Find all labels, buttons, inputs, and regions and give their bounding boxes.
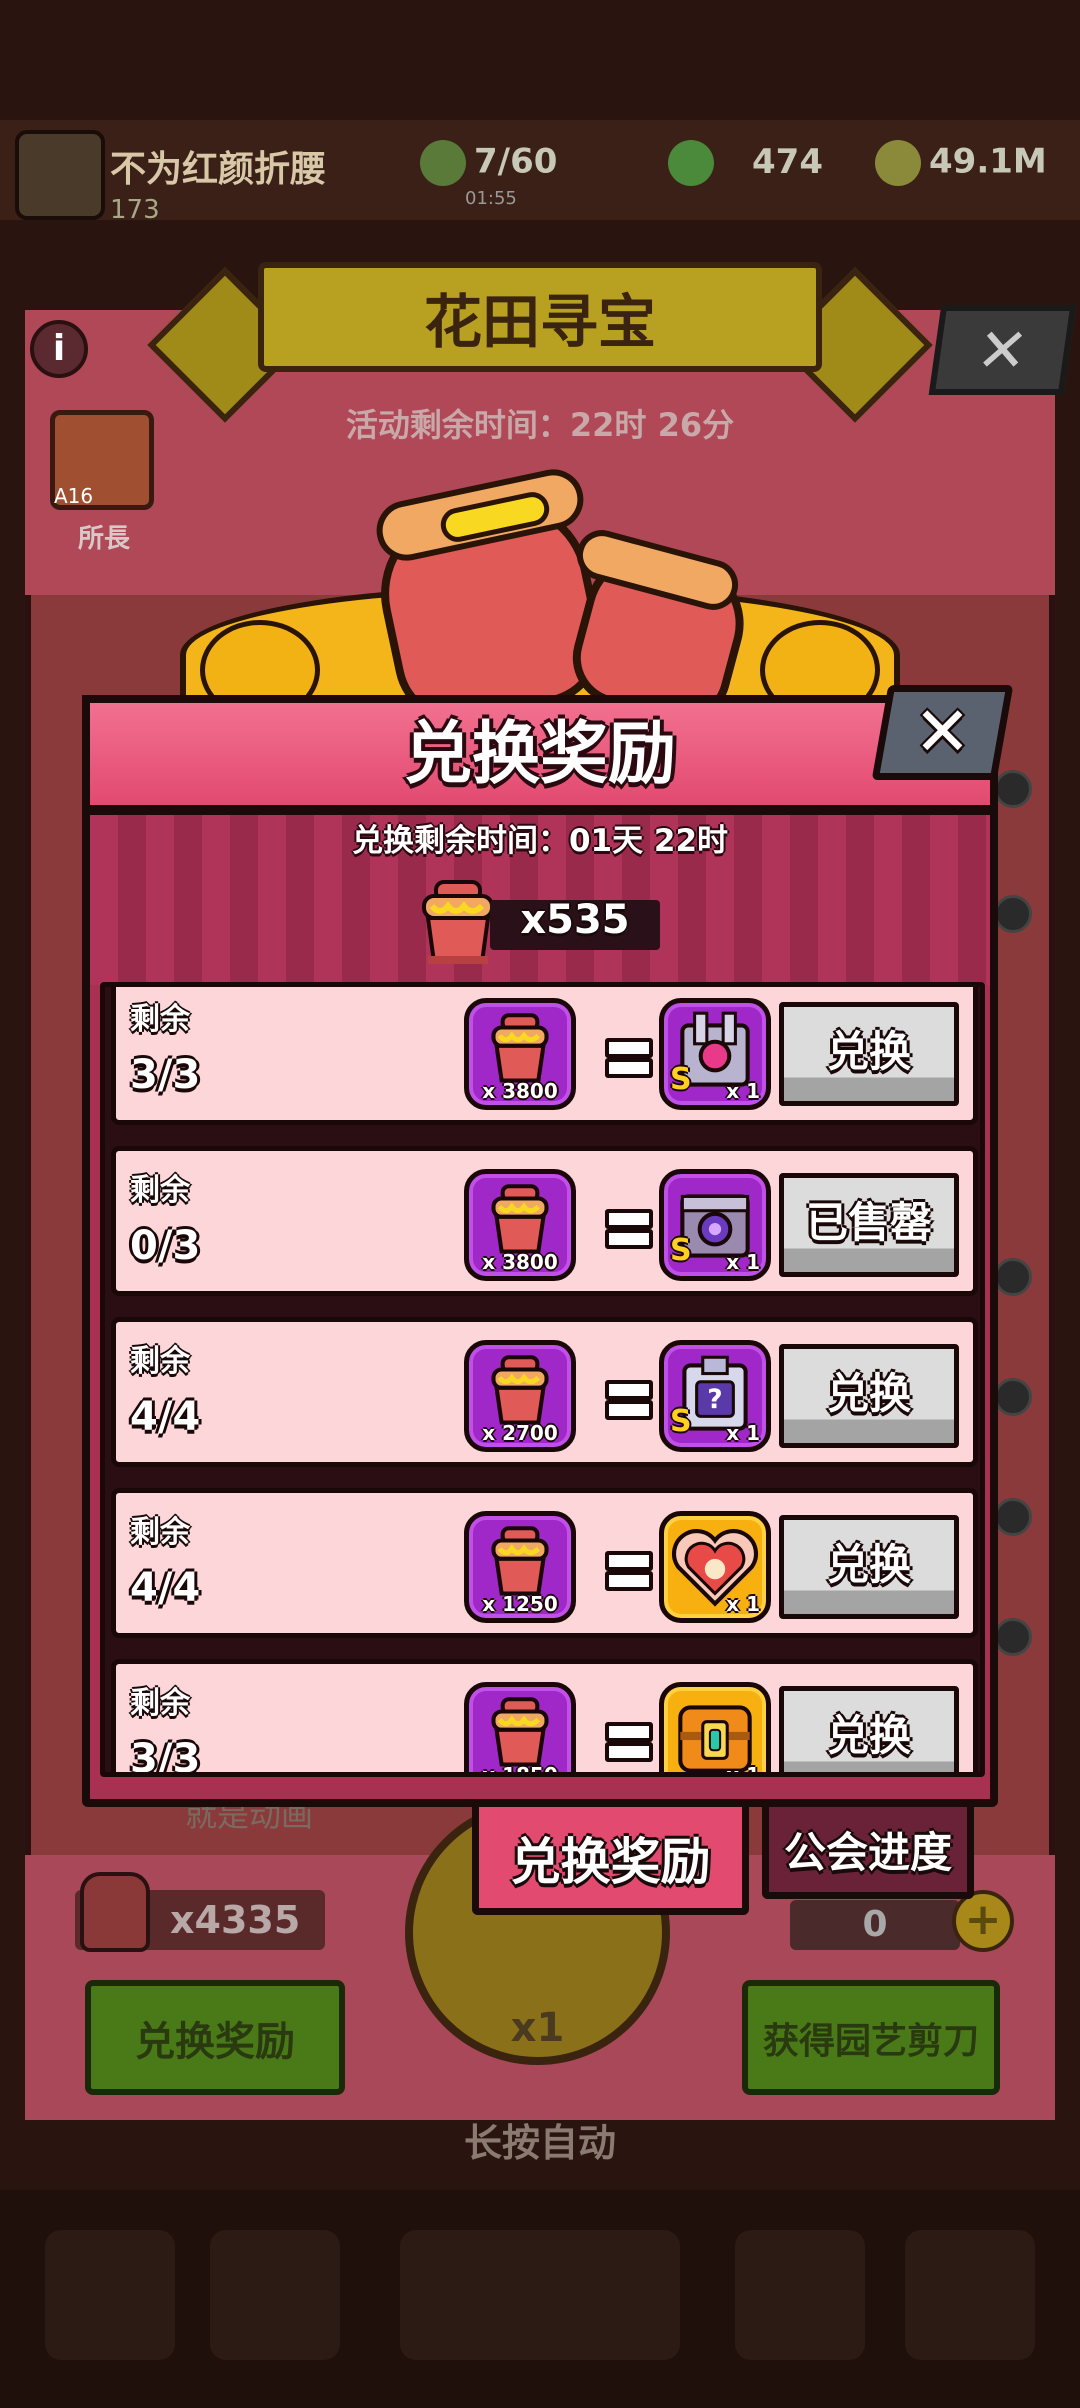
- nav-item-equipment[interactable]: [210, 2230, 340, 2360]
- reward-row: 剩余 3/3 x 1850 x 1 兑换: [111, 1659, 978, 1777]
- reward-slot[interactable]: S x 1: [659, 1169, 771, 1281]
- exchange-timer: 兑换剩余时间：01天 22时: [351, 823, 729, 859]
- svg-text:?: ?: [707, 1384, 722, 1415]
- modal-close-button[interactable]: ✕: [871, 685, 1014, 780]
- tab-exchange-rewards[interactable]: 兑换奖励: [472, 1807, 749, 1915]
- leader-badge: A16: [54, 484, 94, 508]
- exchange-button[interactable]: 兑换: [779, 1344, 959, 1448]
- info-button[interactable]: i: [30, 320, 88, 378]
- lock-icon: [994, 770, 1032, 808]
- nav-item-more[interactable]: [905, 2230, 1035, 2360]
- exchange-button[interactable]: 兑换: [779, 1002, 959, 1106]
- exchange-button[interactable]: 已售罄: [779, 1173, 959, 1277]
- gem-resource[interactable]: 474: [668, 140, 823, 186]
- spin-multiplier: x1: [510, 2005, 565, 2051]
- cost-amount: x 3800: [482, 1250, 558, 1274]
- equals-icon: [605, 1380, 653, 1420]
- reward-row: 剩余 4/4 x 1250 x 1 兑换: [111, 1488, 978, 1638]
- lock-icon: [994, 895, 1032, 933]
- energy-icon: [420, 140, 466, 186]
- equals-icon: [605, 1551, 653, 1591]
- reward-quantity: x 1: [726, 1763, 760, 1777]
- remain-count: 3/3: [130, 1736, 201, 1777]
- energy-resource[interactable]: 7/60: [420, 140, 557, 186]
- cost-amount: x 3800: [482, 1079, 558, 1103]
- cost-slot: x 1850: [464, 1682, 576, 1777]
- cost-slot: x 3800: [464, 1169, 576, 1281]
- pot-balance: x535: [520, 897, 630, 943]
- player-name: 不为红颜折腰: [110, 149, 327, 190]
- leader-label: 所長: [78, 524, 131, 554]
- long-press-hint: 长按自动: [463, 2121, 616, 2165]
- rarity-badge: S: [670, 1062, 692, 1097]
- remain-label: 剩余: [130, 1515, 190, 1550]
- energy-timer: 01:55: [465, 188, 517, 209]
- cost-amount: x 1250: [482, 1592, 558, 1616]
- reward-list[interactable]: 剩余 3/3 x 3800 S x 1 兑换 剩余 0/3 x 3800 S x…: [100, 982, 985, 1777]
- cost-slot: x 1250: [464, 1511, 576, 1623]
- reward-quantity: x 1: [726, 1421, 760, 1445]
- cost-amount: x 1850: [482, 1763, 558, 1777]
- event-close-button[interactable]: ✕: [928, 305, 1077, 395]
- remain-count: 4/4: [130, 1565, 201, 1611]
- modal-title: 兑换奖励: [403, 715, 676, 794]
- equals-icon: [605, 1209, 653, 1249]
- gem-icon: [668, 140, 714, 186]
- rarity-badge: S: [670, 1233, 692, 1268]
- reward-quantity: x 1: [726, 1079, 760, 1103]
- exchange-rewards-button[interactable]: 兑换奖励: [85, 1980, 345, 2095]
- cost-amount: x 2700: [482, 1421, 558, 1445]
- remain-label: 剩余: [130, 1002, 190, 1037]
- scissors-count: 0: [790, 1900, 960, 1950]
- exchange-button[interactable]: 兑换: [779, 1515, 959, 1619]
- add-scissors-button[interactable]: +: [952, 1890, 1014, 1952]
- exchange-button[interactable]: 兑换: [779, 1686, 959, 1772]
- reward-quantity: x 1: [726, 1250, 760, 1274]
- close-icon: ✕: [914, 693, 971, 772]
- reward-row: 剩余 4/4 x 2700 ? S x 1 兑换: [111, 1317, 978, 1467]
- player-level: 173: [110, 195, 160, 225]
- reward-slot[interactable]: x 1: [659, 1682, 771, 1777]
- get-scissors-button[interactable]: 获得园艺剪刀: [742, 1980, 1000, 2095]
- remain-count: 0/3: [130, 1223, 201, 1269]
- cost-slot: x 3800: [464, 998, 576, 1110]
- reward-slot[interactable]: S x 1: [659, 998, 771, 1110]
- player-avatar[interactable]: [15, 130, 105, 220]
- rarity-badge: S: [670, 1404, 692, 1439]
- remain-count: 3/3: [130, 1052, 201, 1098]
- honey-pot-icon: [80, 1872, 150, 1952]
- coin-resource[interactable]: 49.1M: [875, 140, 1047, 186]
- lock-icon: [994, 1618, 1032, 1656]
- event-title: 花田寻宝: [258, 262, 822, 372]
- remain-label: 剩余: [130, 1344, 190, 1379]
- cost-slot: x 2700: [464, 1340, 576, 1452]
- nav-item-battle[interactable]: [400, 2230, 680, 2360]
- reward-slot[interactable]: x 1: [659, 1511, 771, 1623]
- remain-label: 剩余: [130, 1173, 190, 1208]
- event-timer: 活动剩余时间：22时 26分: [345, 406, 735, 444]
- lock-icon: [994, 1258, 1032, 1296]
- lock-icon: [994, 1498, 1032, 1536]
- reward-slot[interactable]: ? S x 1: [659, 1340, 771, 1452]
- coin-icon: [875, 140, 921, 186]
- lock-icon: [994, 1378, 1032, 1416]
- reward-row: 剩余 0/3 x 3800 S x 1 已售罄: [111, 1146, 978, 1296]
- remain-count: 4/4: [130, 1394, 201, 1440]
- reward-row: 剩余 3/3 x 3800 S x 1 兑换: [111, 987, 978, 1125]
- equals-icon: [605, 1722, 653, 1762]
- nav-item-guild[interactable]: [735, 2230, 865, 2360]
- reward-quantity: x 1: [726, 1592, 760, 1616]
- tab-guild-progress[interactable]: 公会进度: [762, 1807, 974, 1899]
- honey-pot-icon: [422, 880, 494, 964]
- nav-item-shop[interactable]: [45, 2230, 175, 2360]
- equals-icon: [605, 1038, 653, 1078]
- remain-label: 剩余: [130, 1686, 190, 1721]
